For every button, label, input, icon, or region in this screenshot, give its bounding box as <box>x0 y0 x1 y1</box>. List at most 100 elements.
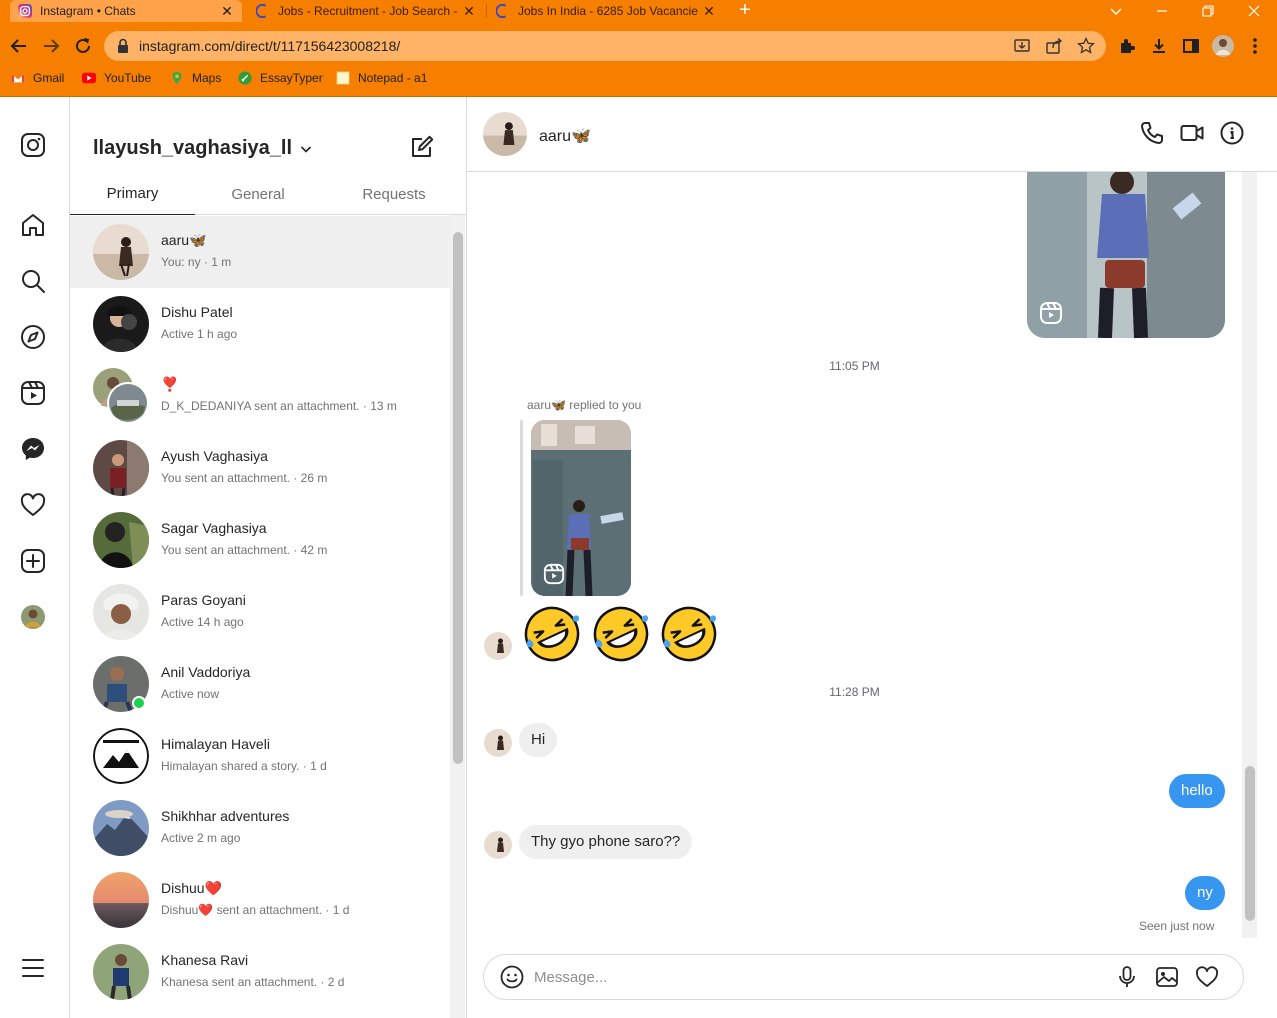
sender-avatar[interactable] <box>484 831 512 859</box>
tab-title: Jobs - Recruitment - Job Search - <box>278 4 458 18</box>
bookmark-notepad[interactable]: Notepad - a1 <box>336 69 427 87</box>
messenger-icon[interactable] <box>20 436 46 462</box>
contact-avatar[interactable] <box>483 112 527 156</box>
conversation-item[interactable]: Sagar Vaghasiya You sent an attachment. … <box>70 504 450 576</box>
close-tab-icon[interactable]: ✕ <box>220 3 234 20</box>
instagram-logo-icon[interactable] <box>20 132 46 158</box>
conversation-name: Paras Goyani <box>161 592 246 608</box>
scrollbar-thumb[interactable] <box>1245 766 1255 921</box>
explore-icon[interactable] <box>20 324 46 350</box>
conversation-item[interactable]: Dishuu❤️ Dishuu❤️ sent an attachment. · … <box>70 864 450 936</box>
add-photo-icon[interactable] <box>1155 965 1179 989</box>
sender-avatar[interactable] <box>484 729 512 757</box>
restore-icon[interactable] <box>1193 0 1223 22</box>
incoming-message[interactable]: Thy gyo phone saro?? <box>519 825 693 859</box>
address-bar[interactable]: instagram.com/direct/t/117156423008218/ <box>104 31 1106 61</box>
bookmark-gmail[interactable]: Gmail <box>11 69 64 87</box>
conversation-item[interactable]: ❣️ D_K_DEDANIYA sent an attachment. · 13… <box>70 360 450 432</box>
tab-instagram[interactable]: Instagram • Chats ✕ <box>10 0 242 22</box>
instagram-app: llayush_vaghasiya_ll Primary General Req… <box>0 97 1277 1018</box>
home-icon[interactable] <box>20 212 46 238</box>
extensions-icon[interactable] <box>1116 35 1138 57</box>
conversation-item[interactable]: aaru🦋 You: ny · 1 m <box>70 216 450 288</box>
shared-reel-reply[interactable] <box>531 420 631 596</box>
bookmark-star-icon[interactable] <box>1077 37 1095 55</box>
tab-primary[interactable]: Primary <box>70 173 195 215</box>
chat-scrollbar[interactable] <box>1242 172 1257 938</box>
conversation-item[interactable]: Paras Goyani Active 14 h ago <box>70 576 450 648</box>
downloads-icon[interactable] <box>1148 35 1170 57</box>
bookmark-essaytyper[interactable]: EssayTyper <box>238 69 323 87</box>
create-icon[interactable] <box>20 548 46 574</box>
close-window-icon[interactable] <box>1239 0 1269 22</box>
tab-jobs-india[interactable]: Jobs In India - 6285 Job Vacancie ✕ <box>488 0 724 22</box>
contact-name[interactable]: aaru🦋 <box>539 126 591 146</box>
forward-icon[interactable] <box>39 34 63 58</box>
emoji-message[interactable]: 🤣🤣🤣 <box>523 603 723 667</box>
bookmark-youtube[interactable]: YouTube <box>82 69 151 87</box>
message-thread: 11:05 PM aaru🦋 replied to you 🤣🤣🤣 11:28 … <box>467 172 1277 938</box>
close-tab-icon[interactable]: ✕ <box>462 3 476 20</box>
tab-requests[interactable]: Requests <box>321 173 467 215</box>
conversation-item[interactable]: Khanesa Ravi Khanesa sent an attachment.… <box>70 936 450 1008</box>
incoming-message[interactable]: Hi <box>519 723 558 757</box>
emoji-picker-icon[interactable] <box>500 965 524 989</box>
microphone-icon[interactable] <box>1115 965 1139 989</box>
side-panel-icon[interactable] <box>1180 35 1202 57</box>
menu-kebab-icon[interactable] <box>1244 35 1266 57</box>
tab-strip: Instagram • Chats ✕ Jobs - Recruitment -… <box>0 0 1277 22</box>
tab-jobs-recruitment[interactable]: Jobs - Recruitment - Job Search - ✕ <box>248 0 484 22</box>
outgoing-message[interactable]: hello <box>1169 774 1225 808</box>
avatar <box>93 296 149 352</box>
conversation-item[interactable]: Dishu Patel Active 1 h ago <box>70 288 450 360</box>
lock-icon[interactable] <box>114 37 132 55</box>
avatar <box>93 584 149 640</box>
new-message-icon[interactable] <box>410 135 434 159</box>
inbox-scrollbar[interactable] <box>450 215 465 1018</box>
conversation-name: Sagar Vaghasiya <box>161 520 267 536</box>
tab-title: Jobs In India - 6285 Job Vacancie <box>518 4 698 18</box>
minimize-icon[interactable] <box>1147 0 1177 22</box>
more-menu-icon[interactable] <box>20 955 46 981</box>
install-app-icon[interactable] <box>1013 37 1031 55</box>
close-tab-icon[interactable]: ✕ <box>702 3 716 20</box>
sender-avatar[interactable] <box>484 632 512 660</box>
reels-icon[interactable] <box>20 380 46 406</box>
shared-reel-outgoing[interactable] <box>1027 172 1225 338</box>
message-input[interactable] <box>534 965 1054 989</box>
account-switcher[interactable]: llayush_vaghasiya_ll <box>93 137 312 160</box>
video-call-icon[interactable] <box>1180 121 1204 145</box>
new-tab-button[interactable]: + <box>735 0 755 22</box>
conversation-preview: You sent an attachment. · 26 m <box>161 471 328 485</box>
phone-call-icon[interactable] <box>1140 121 1164 145</box>
conversation-item[interactable]: Himalayan Haveli Himalayan shared a stor… <box>70 720 450 792</box>
share-icon[interactable] <box>1045 37 1063 55</box>
bookmark-maps[interactable]: Maps <box>170 69 221 87</box>
back-icon[interactable] <box>7 34 31 58</box>
conversation-item[interactable]: Ayush Vaghasiya You sent an attachment. … <box>70 432 450 504</box>
gmail-icon <box>11 74 25 83</box>
conversation-name: Anil Vaddoriya <box>161 664 251 680</box>
conversation-preview: Dishuu❤️ sent an attachment. · 1 d <box>161 903 350 917</box>
scrollbar-thumb[interactable] <box>453 232 463 764</box>
tab-general[interactable]: General <box>195 173 321 215</box>
like-heart-icon[interactable] <box>1195 965 1219 989</box>
group-avatar <box>93 368 149 424</box>
bookmark-label: YouTube <box>104 71 152 85</box>
conversation-info-icon[interactable] <box>1220 121 1244 145</box>
search-icon[interactable] <box>20 268 46 294</box>
tab-search-chevron-icon[interactable] <box>1101 0 1131 22</box>
conversation-name: ❣️ <box>161 376 179 392</box>
outgoing-message[interactable]: ny <box>1185 876 1225 910</box>
tab-separator <box>486 4 487 18</box>
tab-title: Instagram • Chats <box>40 4 136 18</box>
conversation-item[interactable]: Shikhhar adventures Active 2 m ago <box>70 792 450 864</box>
chevron-down-icon <box>300 145 312 153</box>
profile-avatar[interactable] <box>1212 35 1234 57</box>
conversation-item[interactable]: Anil Vaddoriya Active now <box>70 648 450 720</box>
conversation-name: Himalayan Haveli <box>161 736 270 752</box>
inbox-panel: llayush_vaghasiya_ll Primary General Req… <box>70 97 467 1018</box>
reload-icon[interactable] <box>71 34 95 58</box>
notifications-heart-icon[interactable] <box>20 492 46 518</box>
profile-avatar[interactable] <box>20 604 46 630</box>
